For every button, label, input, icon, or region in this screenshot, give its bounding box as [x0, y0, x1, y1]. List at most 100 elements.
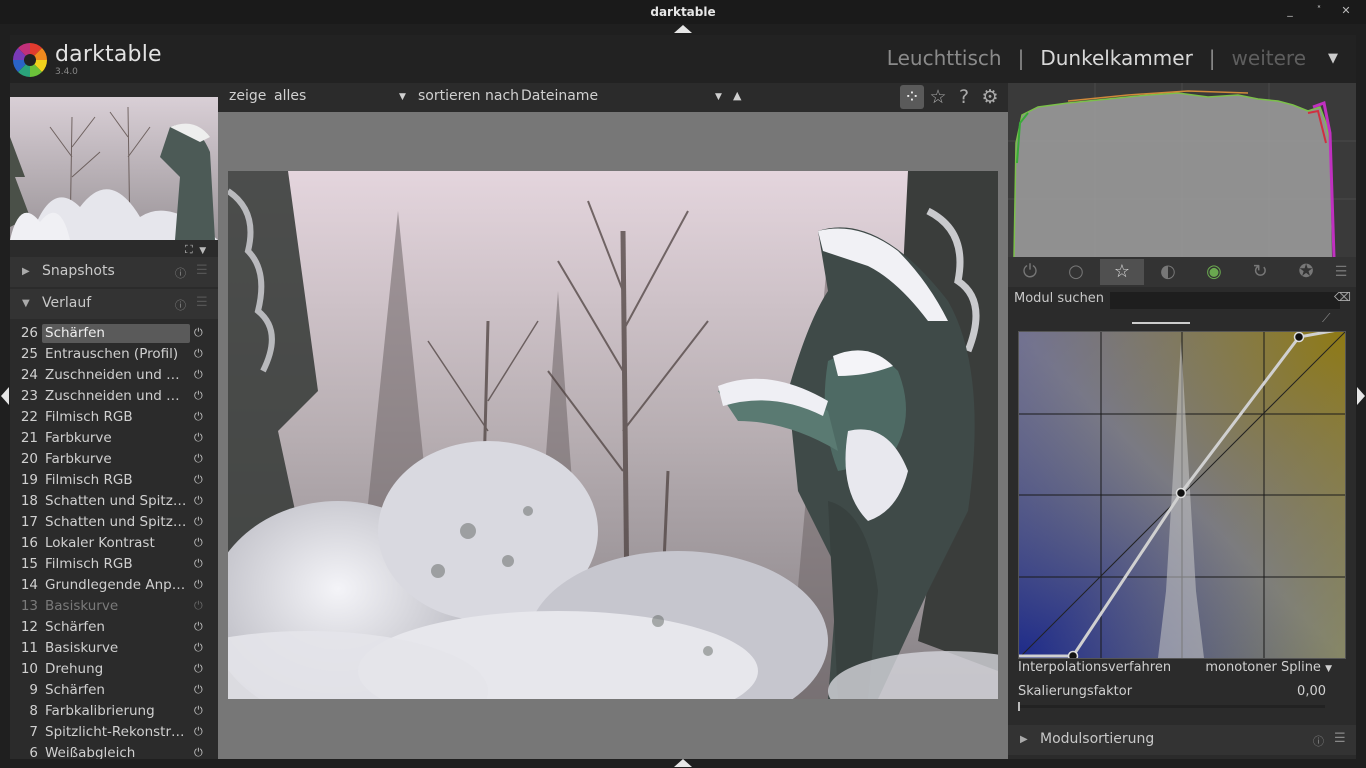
presets-menu-icon[interactable]: ☰: [196, 295, 208, 310]
history-item[interactable]: 25 Entrauschen (Profil) ⏻: [10, 344, 218, 365]
module-power-icon: ⏻: [194, 557, 203, 570]
window-title: darktable: [650, 5, 716, 19]
sort-chevron-icon[interactable]: ▼: [715, 92, 722, 102]
history-item-label: Schatten und Spitzlichter: [45, 493, 190, 509]
help-icon[interactable]: ?: [952, 85, 976, 109]
module-power-icon: ⏻: [194, 452, 203, 465]
clear-search-icon[interactable]: ⌫: [1334, 290, 1351, 304]
expand-arrow-icon: ▶: [1020, 734, 1028, 745]
presets-menu-icon[interactable]: ☰: [1334, 731, 1346, 746]
tone-curve-editor[interactable]: [1018, 327, 1346, 662]
history-item-label: Filmisch RGB: [45, 472, 133, 488]
interpolation-row[interactable]: Interpolationsverfahren monotoner Spline…: [1018, 660, 1338, 675]
color-group-icon[interactable]: ◉: [1192, 259, 1236, 285]
module-power-icon: ⏻: [194, 515, 203, 528]
module-search-row: Modul suchen ⌫: [1008, 287, 1356, 313]
history-item-label: Schärfen: [45, 619, 105, 635]
history-item[interactable]: 20 Farbkurve ⏻: [10, 449, 218, 470]
reset-icon[interactable]: ⓘ: [1313, 733, 1324, 749]
navigation-thumbnail[interactable]: [10, 97, 218, 240]
history-item[interactable]: 22 Filmisch RGB ⏻: [10, 407, 218, 428]
minimize-icon[interactable]: _: [1282, 3, 1298, 19]
maximize-icon[interactable]: ˟: [1311, 3, 1327, 19]
module-power-icon: ⏻: [194, 536, 203, 549]
history-item[interactable]: 23 Zuschneiden und Drehen ⏻: [10, 386, 218, 407]
history-item[interactable]: 17 Schatten und Spitzlichter ⏻: [10, 512, 218, 533]
history-item-number: 26: [20, 325, 38, 341]
module-power-icon: ⏻: [194, 389, 203, 402]
module-power-icon: ⏻: [194, 641, 203, 654]
more-views-chevron-icon[interactable]: ▼: [1314, 51, 1346, 66]
show-filter-value[interactable]: alles: [274, 88, 306, 104]
module-search-input[interactable]: [1110, 292, 1340, 309]
history-item[interactable]: 7 Spitzlicht-Rekonstruktion ⏻: [10, 722, 218, 743]
bottom-panel-toggle-icon[interactable]: [674, 759, 692, 767]
view-separator: |: [1208, 46, 1216, 70]
history-item-label: Lokaler Kontrast: [45, 535, 155, 551]
grouping-icon[interactable]: ⁘: [900, 85, 924, 109]
history-item[interactable]: 14 Grundlegende Anpassungen ⏻: [10, 575, 218, 596]
groups-menu-icon[interactable]: ☰: [1326, 259, 1356, 285]
snapshots-section-header[interactable]: ▶ Snapshots ⓘ ☰: [10, 257, 218, 287]
history-item-label: Grundlegende Anpassungen: [45, 577, 190, 593]
left-panel-toggle-icon[interactable]: [1, 387, 9, 405]
history-item[interactable]: 15 Filmisch RGB ⏻: [10, 554, 218, 575]
correct-group-icon[interactable]: ↻: [1238, 259, 1282, 285]
history-item[interactable]: 9 Schärfen ⏻: [10, 680, 218, 701]
reset-icon[interactable]: ⓘ: [175, 265, 186, 281]
history-item-label: Farbkurve: [45, 430, 112, 446]
view-more[interactable]: weitere: [1224, 46, 1314, 70]
sort-direction-icon[interactable]: ▲: [733, 89, 741, 102]
module-order-section-header[interactable]: ▶ Modulsortierung ⓘ ☰: [1008, 725, 1356, 755]
curve-channel-tabs[interactable]: ⟋: [1008, 311, 1356, 326]
history-item[interactable]: 18 Schatten und Spitzlichter ⏻: [10, 491, 218, 512]
zoom-dropdown-chevron-icon[interactable]: ▼: [196, 246, 206, 256]
base-group-circle-icon[interactable]: ○: [1054, 259, 1098, 285]
module-power-icon: ⏻: [194, 347, 203, 360]
section-title: Verlauf: [42, 295, 92, 311]
star-icon[interactable]: ☆: [926, 85, 950, 109]
history-item[interactable]: 19 Filmisch RGB ⏻: [10, 470, 218, 491]
history-item[interactable]: 12 Schärfen ⏻: [10, 617, 218, 638]
active-modules-power-icon[interactable]: ⏻: [1008, 259, 1052, 285]
history-item[interactable]: 26 Schärfen ⏻: [10, 323, 218, 344]
right-panel-toggle-icon[interactable]: [1357, 387, 1365, 405]
history-section-header[interactable]: ▼ Verlauf ⓘ ☰: [10, 289, 218, 319]
history-item[interactable]: 11 Basiskurve ⏻: [10, 638, 218, 659]
history-item[interactable]: 10 Drehung ⏻: [10, 659, 218, 680]
history-item[interactable]: 16 Lokaler Kontrast ⏻: [10, 533, 218, 554]
presets-menu-icon[interactable]: ☰: [196, 263, 208, 278]
history-item-number: 22: [20, 409, 38, 425]
module-order-label: Modulsortierung: [1040, 731, 1155, 747]
gradient-group-icon[interactable]: ◐: [1146, 259, 1190, 285]
section-title: Snapshots: [42, 263, 115, 279]
color-picker-icon[interactable]: ⟋: [1322, 311, 1330, 326]
history-item[interactable]: 21 Farbkurve ⏻: [10, 428, 218, 449]
fit-zoom-icon[interactable]: ⛶: [185, 243, 193, 256]
gear-icon[interactable]: ⚙: [978, 85, 1002, 109]
history-item[interactable]: 24 Zuschneiden und Drehen ⏻: [10, 365, 218, 386]
history-item[interactable]: 8 Farbkalibrierung ⏻: [10, 701, 218, 722]
app-header: darktable 3.4.0 Leuchttisch | Dunkelkamm…: [10, 35, 1356, 83]
effect-group-icon[interactable]: ✪: [1284, 259, 1328, 285]
tone-group-star-icon[interactable]: ☆: [1100, 259, 1144, 285]
thumbnail-image: [10, 97, 218, 240]
show-filter-chevron-icon[interactable]: ▼: [399, 92, 406, 102]
image-canvas[interactable]: [218, 112, 1008, 759]
history-item[interactable]: 13 Basiskurve ⏻: [10, 596, 218, 617]
top-panel-toggle-icon[interactable]: [674, 25, 692, 33]
histogram[interactable]: [1008, 83, 1356, 257]
view-darkroom[interactable]: Dunkelkammer: [1032, 46, 1200, 70]
module-group-bar: ⏻ ○ ☆ ◐ ◉ ↻ ✪ ☰: [1008, 257, 1356, 287]
sort-label: sortieren nach: [418, 88, 520, 104]
reset-icon[interactable]: ⓘ: [175, 297, 186, 313]
interpolation-value[interactable]: monotoner Spline ▼: [1205, 660, 1332, 675]
scale-factor-slider[interactable]: [1018, 702, 1325, 711]
history-item[interactable]: 6 Weißabgleich ⏻: [10, 743, 218, 759]
view-lighttable[interactable]: Leuchttisch: [879, 46, 1010, 70]
history-item-label: Farbkalibrierung: [45, 703, 155, 719]
angel-statue-photo: [228, 171, 998, 699]
slider-handle[interactable]: [1018, 702, 1020, 711]
close-icon[interactable]: ✕: [1338, 3, 1354, 19]
sort-value[interactable]: Dateiname: [521, 88, 598, 104]
